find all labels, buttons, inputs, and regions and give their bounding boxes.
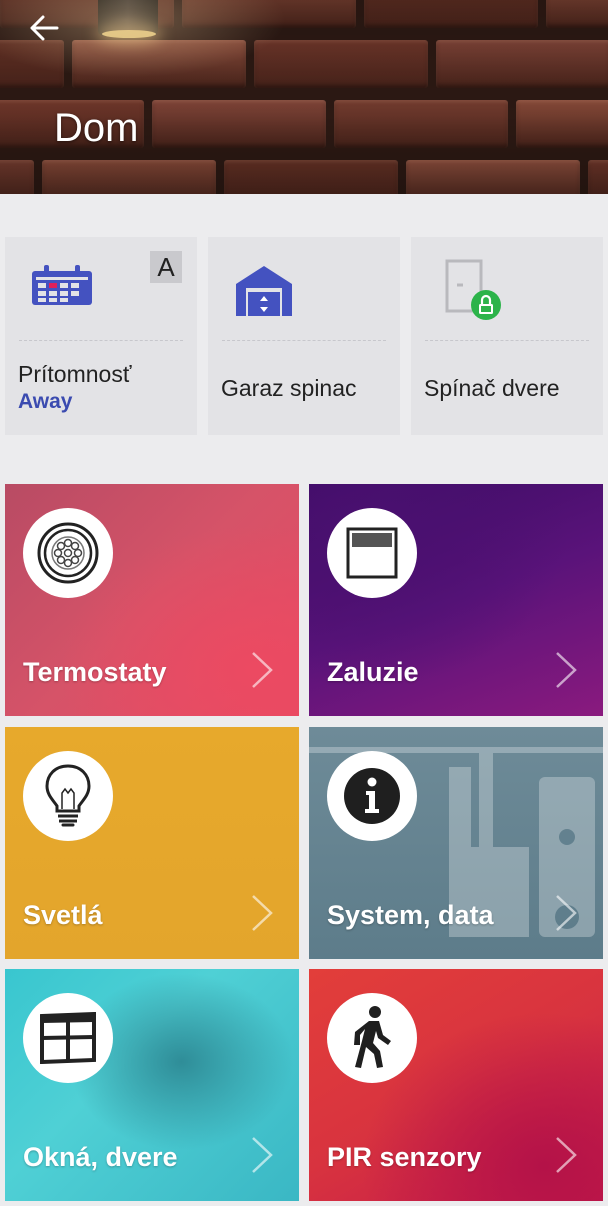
info-icon <box>344 768 400 824</box>
header-banner: Dom <box>0 0 608 194</box>
category-windows-doors[interactable]: Okná, dvere <box>5 969 299 1201</box>
door-switch-label: Spínač dvere <box>424 375 560 401</box>
chevron-right-icon <box>556 652 577 688</box>
thermostat-icon <box>37 522 99 584</box>
presence-label: Prítomnosť <box>18 361 132 387</box>
window-icon <box>40 1012 96 1064</box>
chevron-right-icon <box>252 895 273 931</box>
chevron-right-icon <box>556 895 577 931</box>
garage-switch-tile[interactable]: Garaz spinac <box>208 237 400 435</box>
category-label: Svetlá <box>23 900 103 930</box>
category-label: PIR senzory <box>327 1142 482 1172</box>
calendar-icon <box>32 265 92 305</box>
chevron-right-icon <box>252 1137 273 1173</box>
presence-mode-badge: A <box>150 251 182 283</box>
presence-tile[interactable]: A Prítomnosť Away <box>5 237 197 435</box>
presence-status: Away <box>18 390 73 413</box>
chevron-right-icon <box>556 1137 577 1173</box>
page-title: Dom <box>54 106 139 150</box>
category-label: Termostaty <box>23 657 167 687</box>
category-system-data[interactable]: System, data <box>309 727 603 959</box>
category-label: Okná, dvere <box>23 1142 178 1172</box>
arrow-left-icon <box>30 15 59 41</box>
category-lights[interactable]: Svetlá <box>5 727 299 959</box>
category-thermostats[interactable]: Termostaty <box>5 484 299 716</box>
walking-person-icon <box>354 1006 391 1068</box>
door-switch-tile[interactable]: Spínač dvere <box>411 237 603 435</box>
blinds-icon <box>346 527 398 579</box>
chevron-right-icon <box>252 652 273 688</box>
back-button[interactable] <box>26 12 62 44</box>
category-blinds[interactable]: Zaluzie <box>309 484 603 716</box>
garage-switch-label: Garaz spinac <box>221 375 357 401</box>
category-label: Zaluzie <box>327 657 419 687</box>
category-pir-sensors[interactable]: PIR senzory <box>309 969 603 1201</box>
garage-icon <box>236 266 292 316</box>
door-lock-icon <box>445 259 501 320</box>
lightbulb-icon <box>45 764 91 827</box>
category-label: System, data <box>327 900 494 930</box>
